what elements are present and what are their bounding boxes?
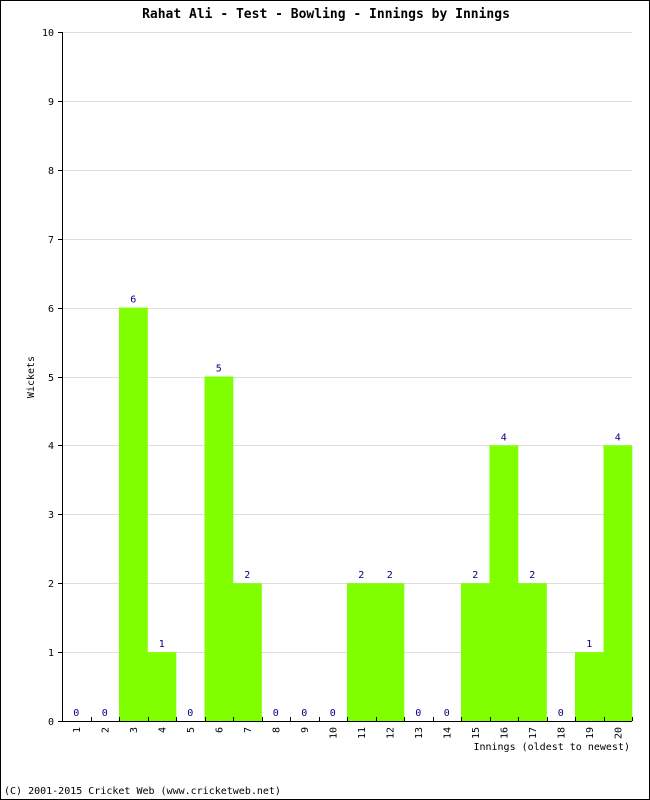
y-tick-label: 3 — [48, 510, 54, 521]
value-label: 0 — [102, 708, 108, 719]
x-tick-label: 16 — [499, 727, 510, 739]
chart-title: Rahat Ali - Test - Bowling - Innings by … — [142, 7, 510, 22]
x-tick-label: 17 — [528, 727, 539, 739]
value-label: 5 — [216, 364, 222, 375]
value-label: 2 — [529, 570, 535, 581]
x-tick-label: 18 — [556, 727, 567, 739]
x-axis-label: Innings (oldest to newest) — [473, 742, 630, 753]
value-label: 6 — [130, 295, 136, 306]
value-label: 2 — [244, 570, 250, 581]
value-label: 2 — [472, 570, 478, 581]
value-label: 0 — [187, 708, 193, 719]
bar — [518, 583, 547, 721]
y-tick-labels: 0 1 2 3 4 5 6 7 8 9 10 — [42, 28, 54, 728]
x-tick-label: 6 — [214, 727, 225, 733]
y-tick-label: 5 — [48, 373, 54, 384]
bar — [603, 445, 633, 721]
y-tick-label: 10 — [42, 28, 54, 39]
x-tick-label: 5 — [186, 727, 197, 733]
y-axis-label: Wickets — [26, 356, 37, 398]
bar-chart: Rahat Ali - Test - Bowling - Innings by … — [26, 7, 633, 753]
x-tick-label: 15 — [471, 727, 482, 739]
value-label: 0 — [301, 708, 307, 719]
value-label: 4 — [501, 432, 507, 443]
bar — [119, 307, 148, 721]
value-label: 0 — [444, 708, 450, 719]
x-tick-label: 9 — [300, 727, 311, 733]
x-tick-label: 20 — [613, 727, 624, 739]
value-label: 0 — [73, 708, 79, 719]
bar — [489, 445, 519, 721]
y-tick-label: 8 — [48, 166, 54, 177]
bar — [347, 583, 376, 721]
value-label: 1 — [159, 639, 165, 650]
bar — [147, 652, 177, 721]
x-tick-labels: 1 2 3 4 5 6 7 8 9 10 11 12 13 14 15 16 17 18 19 20 — [72, 727, 625, 739]
bar — [233, 583, 262, 721]
value-label: 2 — [387, 570, 393, 581]
copyright-footer: (C) 2001-2015 Cricket Web (www.cricketwe… — [4, 786, 281, 797]
x-tick-label: 10 — [328, 727, 339, 739]
value-label: 1 — [586, 639, 592, 650]
x-tick-label: 14 — [442, 727, 453, 739]
y-tick-label: 7 — [48, 235, 54, 246]
y-tick-label: 9 — [48, 97, 54, 108]
x-tick-label: 11 — [357, 727, 368, 739]
y-tick-label: 0 — [48, 717, 54, 728]
y-tick-label: 4 — [48, 441, 54, 452]
x-tick-label: 7 — [243, 727, 254, 733]
value-label: 4 — [615, 432, 621, 443]
x-tick-label: 8 — [271, 727, 282, 733]
value-label: 0 — [415, 708, 421, 719]
value-label: 0 — [558, 708, 564, 719]
x-tick-label: 3 — [129, 727, 140, 733]
bar — [575, 652, 604, 721]
value-label: 0 — [273, 708, 279, 719]
x-tick-label: 13 — [414, 727, 425, 739]
bar — [461, 583, 490, 721]
x-tick-label: 1 — [72, 727, 83, 733]
value-label: 0 — [330, 708, 336, 719]
chart-frame: Rahat Ali - Test - Bowling - Innings by … — [0, 0, 650, 800]
x-tick-label: 12 — [385, 727, 396, 739]
y-tick-label: 6 — [48, 304, 54, 315]
bar — [375, 583, 405, 721]
y-tick-label: 2 — [48, 579, 54, 590]
x-tick-label: 4 — [157, 727, 168, 733]
y-tick-label: 1 — [48, 648, 54, 659]
value-label: 2 — [358, 570, 364, 581]
x-tick-label: 19 — [585, 727, 596, 739]
x-tick-label: 2 — [100, 727, 111, 733]
bar — [204, 376, 234, 721]
